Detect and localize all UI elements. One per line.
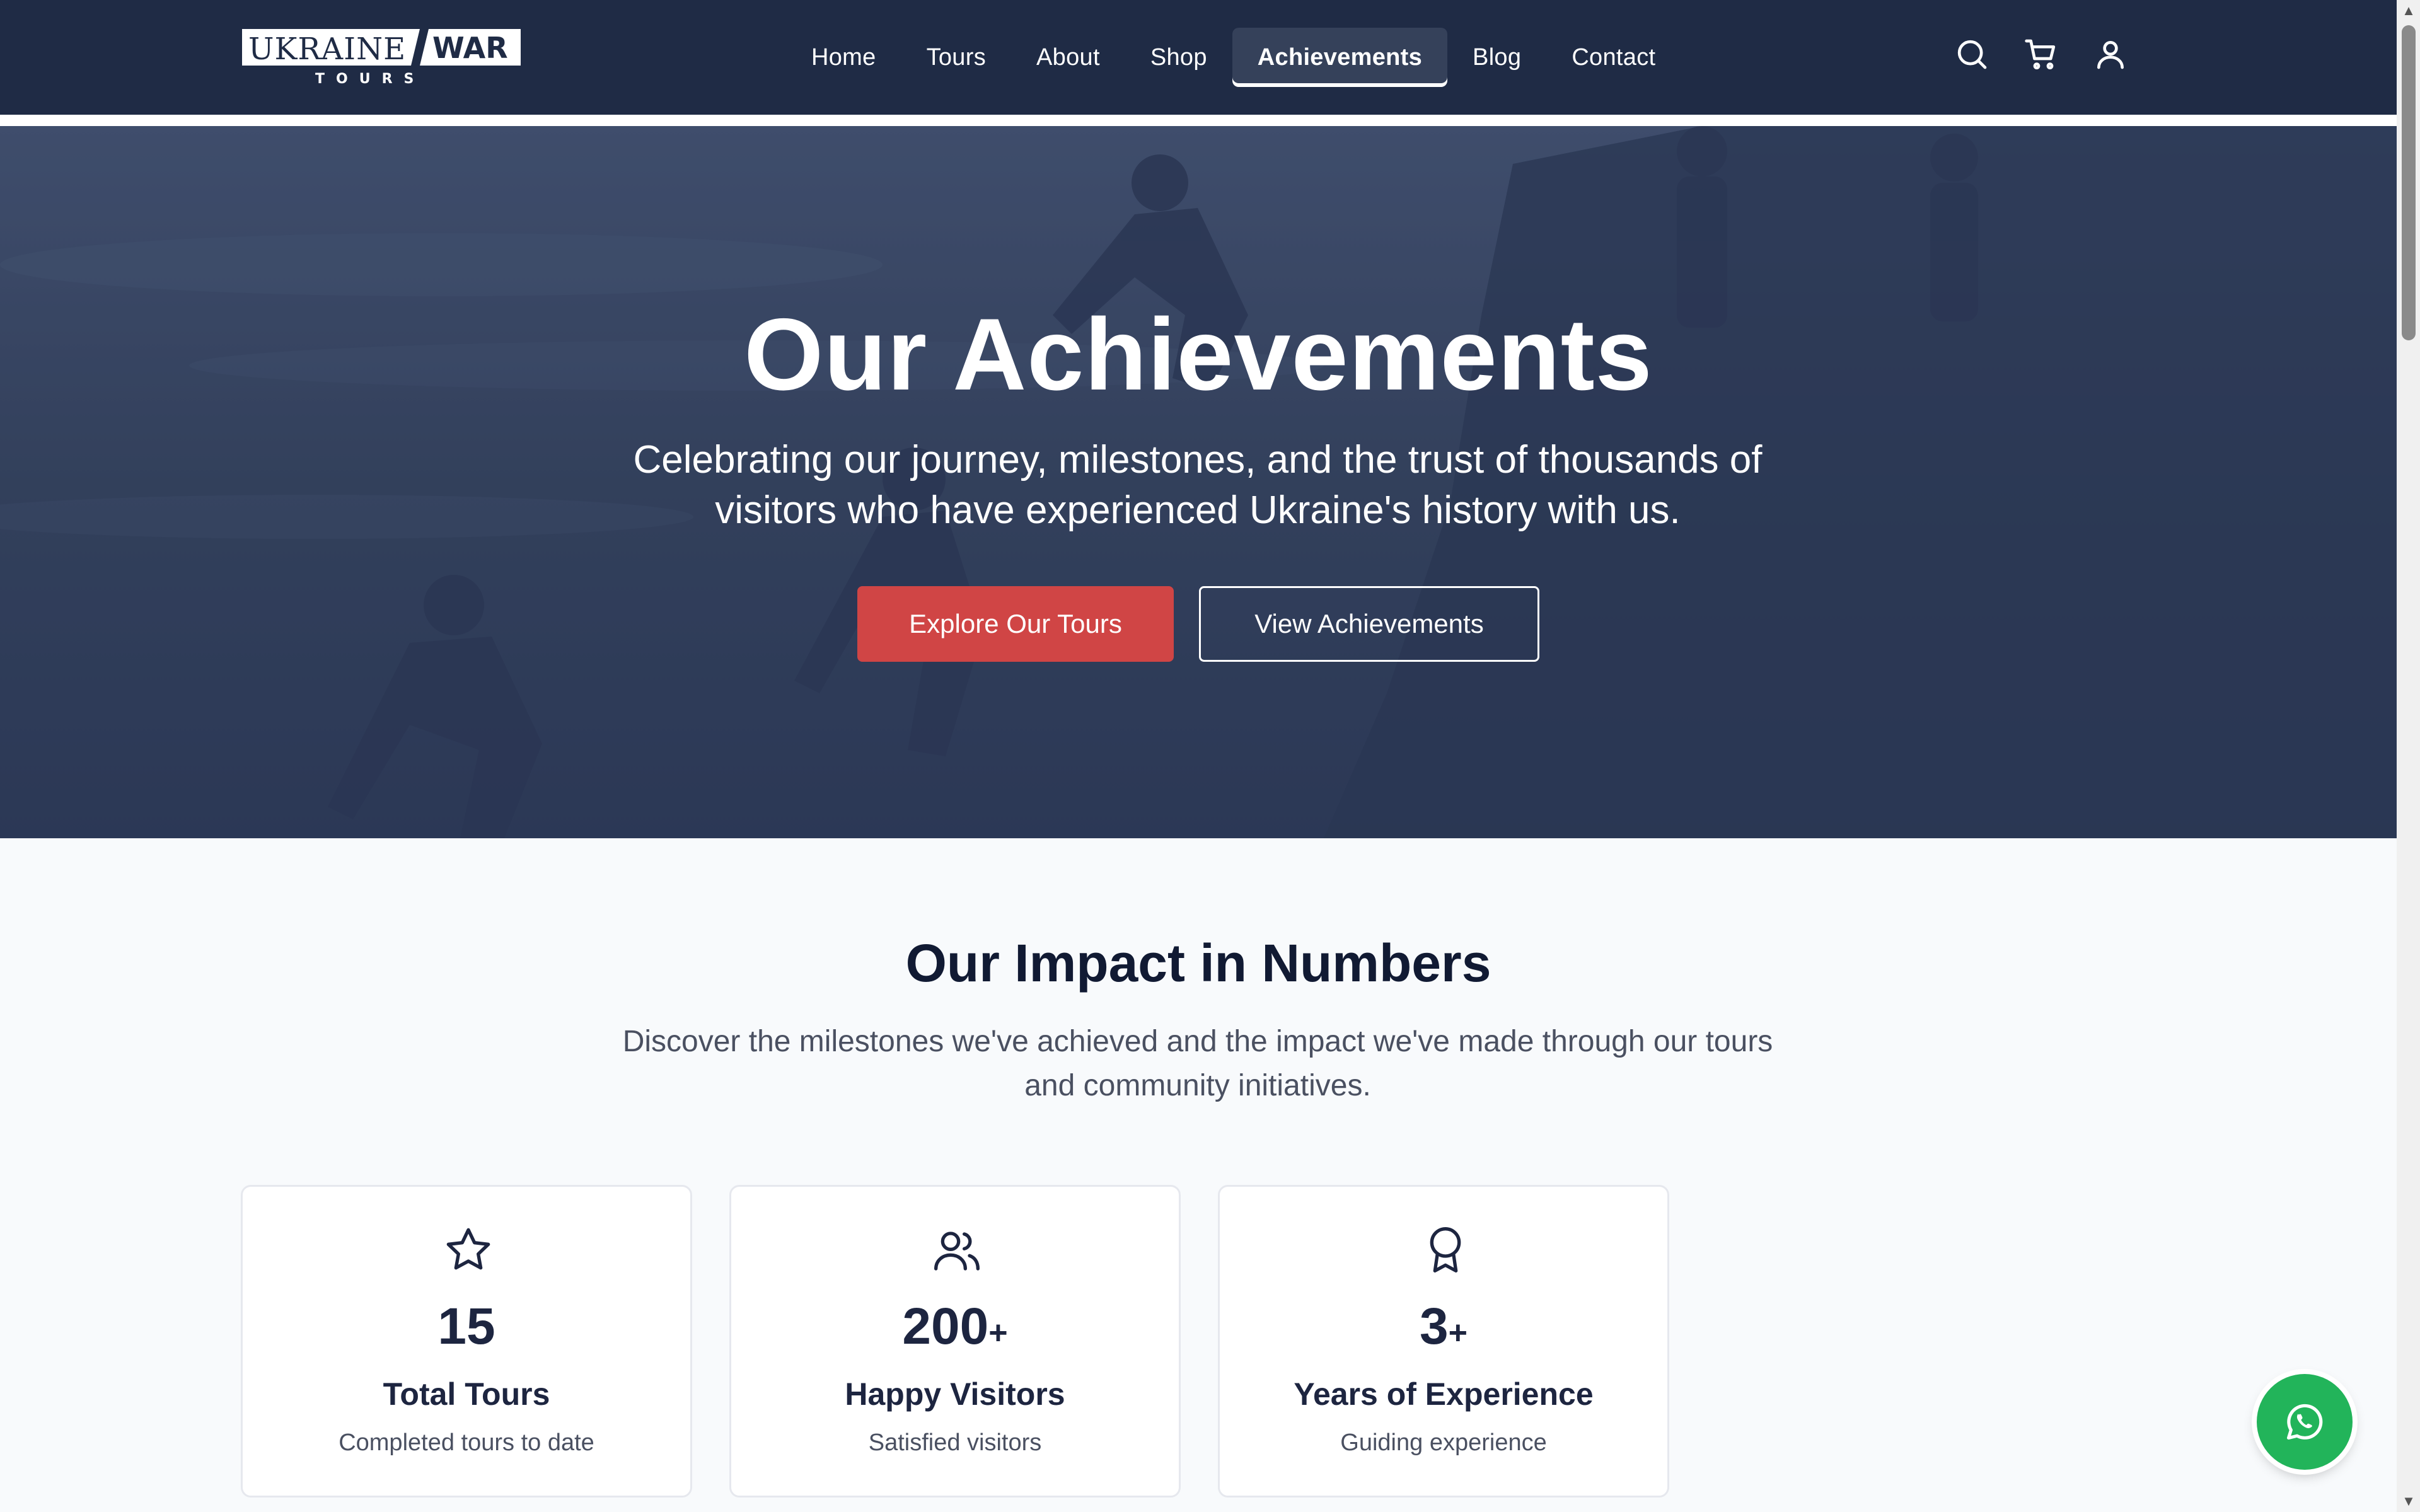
svg-text:TOURS: TOURS bbox=[315, 71, 425, 86]
scroll-down-arrow[interactable]: ▼ bbox=[2402, 1494, 2416, 1508]
nav-blog[interactable]: Blog bbox=[1447, 28, 1546, 87]
view-achievements-button[interactable]: View Achievements bbox=[1199, 586, 1539, 662]
stat-value: 200+ bbox=[902, 1298, 1008, 1355]
nav-achievements[interactable]: Achievements bbox=[1232, 28, 1448, 87]
nav-shop[interactable]: Shop bbox=[1125, 28, 1232, 87]
header-divider bbox=[0, 115, 2397, 126]
nav-tours[interactable]: Tours bbox=[901, 28, 1011, 87]
explore-tours-button[interactable]: Explore Our Tours bbox=[857, 586, 1174, 662]
page-scrollbar[interactable]: ▲ ▼ bbox=[2397, 0, 2420, 1512]
whatsapp-button[interactable] bbox=[2257, 1374, 2353, 1470]
hero-title: Our Achievements bbox=[744, 297, 1653, 412]
stat-description: Guiding experience bbox=[1340, 1429, 1547, 1456]
nav-contact[interactable]: Contact bbox=[1546, 28, 1681, 87]
nav-about[interactable]: About bbox=[1011, 28, 1125, 87]
users-icon bbox=[934, 1232, 980, 1271]
scroll-up-arrow[interactable]: ▲ bbox=[2402, 4, 2416, 18]
stat-label: Total Tours bbox=[383, 1376, 550, 1412]
stat-value: 15 bbox=[437, 1298, 495, 1355]
scroll-thumb[interactable] bbox=[2402, 25, 2416, 340]
award-icon bbox=[1430, 1227, 1461, 1273]
star-icon bbox=[446, 1228, 490, 1270]
stat-description: Completed tours to date bbox=[339, 1429, 594, 1456]
svg-text:UKRAINE: UKRAINE bbox=[248, 32, 406, 67]
main-nav: Home Tours About Shop Achievements Blog … bbox=[786, 28, 1681, 87]
stat-card-visitors: 200+ Happy Visitors Satisfied visitors bbox=[729, 1185, 1181, 1498]
hero-section: Our Achievements Celebrating our journey… bbox=[0, 126, 2397, 838]
whatsapp-icon bbox=[2286, 1404, 2323, 1440]
cart-icon[interactable] bbox=[2023, 37, 2059, 72]
stat-card-tours: 15 Total Tours Completed tours to date bbox=[241, 1185, 692, 1498]
svg-text:WAR: WAR bbox=[432, 31, 508, 65]
impact-subtitle: Discover the milestones we've achieved a… bbox=[622, 1025, 1773, 1102]
nav-home[interactable]: Home bbox=[786, 28, 901, 87]
stat-description: Satisfied visitors bbox=[868, 1429, 1042, 1456]
stat-card-experience: 3+ Years of Experience Guiding experienc… bbox=[1218, 1185, 1669, 1498]
page: UKRAINE WAR TOURS Home Tours About Shop … bbox=[0, 0, 2420, 1512]
site-header: UKRAINE WAR TOURS Home Tours About Shop … bbox=[0, 0, 2397, 115]
stat-label: Years of Experience bbox=[1294, 1376, 1594, 1412]
stat-value: 3+ bbox=[1420, 1298, 1468, 1355]
search-icon[interactable] bbox=[1954, 37, 1989, 72]
header-actions bbox=[1954, 37, 2128, 72]
user-icon[interactable] bbox=[2093, 37, 2128, 72]
stat-label: Happy Visitors bbox=[845, 1376, 1065, 1412]
impact-title: Our Impact in Numbers bbox=[905, 933, 1491, 993]
site-logo[interactable]: UKRAINE WAR TOURS bbox=[242, 25, 521, 87]
hero-subtitle: Celebrating our journey, milestones, and… bbox=[633, 438, 1763, 532]
